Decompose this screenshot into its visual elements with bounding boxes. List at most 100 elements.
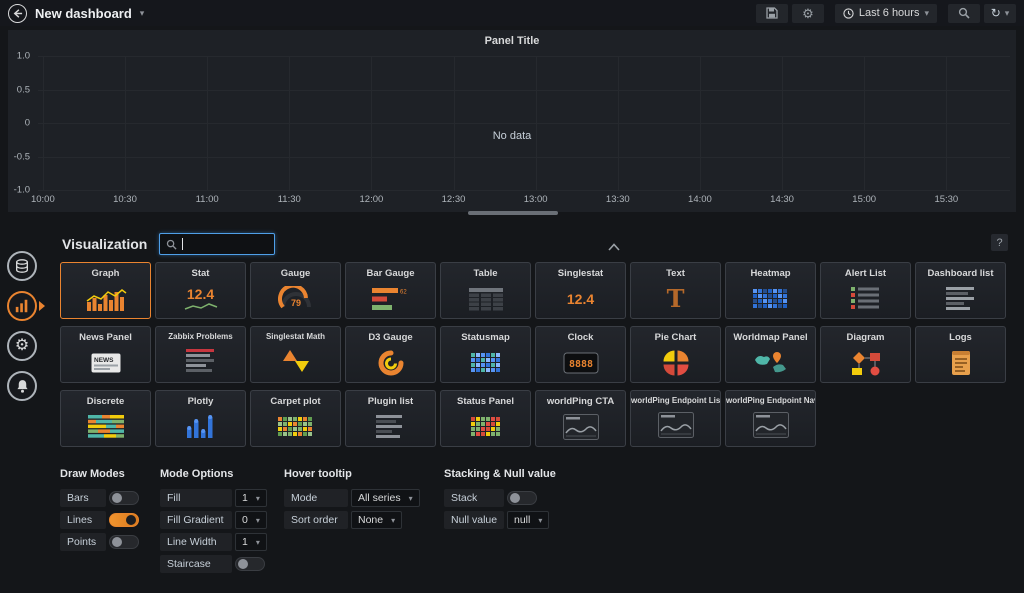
line-width-select[interactable]: 1 ▾ [235,533,267,551]
viz-card-table[interactable]: Table [440,262,531,319]
chevron-down-icon: ▾ [255,515,260,525]
topbar: New dashboard ▾ ⚙ Last 6 hours ▾ ↻ ▾ [0,0,1024,26]
viz-card-logs[interactable]: Logs [915,326,1006,383]
option-label: Mode [284,489,348,507]
viz-card-singlestat[interactable]: Singlestat 12.4 [535,262,626,319]
clock-icon: 8888 [536,345,625,381]
viz-search-input[interactable] [159,233,276,255]
sort-order-select[interactable]: None ▾ [351,511,403,529]
viz-card-d3-gauge[interactable]: D3 Gauge [345,326,436,383]
panel-title[interactable]: Panel Title [8,30,1016,49]
tab-queries[interactable] [7,251,37,281]
viz-card-zabbix-problems[interactable]: Zabbix Problems [155,326,246,383]
viz-card-status-panel[interactable]: Status Panel [440,390,531,447]
x-tick-label: 14:30 [770,194,794,205]
viz-card-alert-list[interactable]: Alert List [820,262,911,319]
select-value: All series [358,492,401,504]
viz-card-plugin-list[interactable]: Plugin list [345,390,436,447]
options-group-title: Draw Modes [60,468,125,480]
database-icon [16,259,28,273]
options-group-title: Stacking & Null value [444,468,556,480]
tab-general[interactable]: ⚙ [7,331,37,361]
viz-card-singlestat-math[interactable]: Singlestat Math [250,326,341,383]
viz-card-dashboard-list[interactable]: Dashboard list [915,262,1006,319]
bars-toggle[interactable] [109,491,139,505]
viz-card-text[interactable]: Text T [630,262,721,319]
worldping-icon [536,409,625,445]
x-tick-label: 13:30 [605,194,630,205]
viz-card-diagram[interactable]: Diagram [820,326,911,383]
select-value: null [514,514,531,526]
viz-card-news-panel[interactable]: News Panel NEWS [60,326,151,383]
dashboard-settings-button[interactable]: ⚙ [791,3,824,23]
fill-select[interactable]: 1 ▾ [235,489,267,507]
tab-alert[interactable] [7,371,37,401]
singlestat-icon: 12.4 [566,291,595,307]
chevron-down-icon: ▾ [255,537,260,547]
back-button[interactable] [8,3,27,23]
refresh-button[interactable]: ↻ ▾ [984,3,1016,23]
svg-text:62: 62 [400,290,407,296]
viz-card-label: Alert List [844,268,887,279]
x-tick-label: 11:00 [195,194,219,205]
option-row: Fill 1 ▾ [160,489,267,507]
points-toggle[interactable] [109,535,139,549]
option-row: Bars [60,489,139,507]
svg-text:NEWS: NEWS [94,357,114,364]
dashboard-title[interactable]: New dashboard [35,6,132,21]
staircase-toggle[interactable] [235,557,265,571]
x-tick-label: 14:00 [688,194,712,205]
viz-card-pie-chart[interactable]: Pie Chart [630,326,721,383]
help-button[interactable]: ? [991,234,1008,251]
d3-gauge-icon [346,345,435,381]
viz-card-discrete[interactable]: Discrete [60,390,151,447]
viz-card-gauge[interactable]: Gauge 79 [250,262,341,319]
table-icon [441,281,530,317]
gear-icon: ⚙ [802,5,814,21]
y-tick-label: -1.0 [13,184,30,196]
option-row: Lines [60,511,139,529]
zoom-out-button[interactable] [948,3,980,23]
viz-card-worldmap-panel[interactable]: Worldmap Panel [725,326,816,383]
viz-card-stat[interactable]: Stat 12.4 [155,262,246,319]
viz-card-clock[interactable]: Clock 8888 [535,326,626,383]
mode-select[interactable]: All series ▾ [351,489,420,507]
option-label: Lines [60,511,106,529]
null-value-select[interactable]: null ▾ [507,511,550,529]
viz-card-statusmap[interactable]: Statusmap [440,326,531,383]
option-label: Sort order [284,511,348,529]
viz-card-worldping-endpoint-nav[interactable]: worldPing Endpoint Nav [725,390,816,447]
viz-card-worldping-endpoint-list[interactable]: worldPing Endpoint List [630,390,721,447]
viz-card-label: Dashboard list [927,268,994,279]
toggle-knob [112,493,122,503]
option-label: Fill Gradient [160,511,232,529]
stack-toggle[interactable] [507,491,537,505]
viz-card-carpet-plot[interactable]: Carpet plot [250,390,341,447]
fill-gradient-select[interactable]: 0 ▾ [235,511,267,529]
y-tick-label: 1.0 [16,50,30,62]
scrollbar-handle[interactable] [468,211,558,215]
viz-card-worldping-cta[interactable]: worldPing CTA [535,390,626,447]
viz-card-graph[interactable]: Graph [60,262,151,319]
tab-visualization[interactable] [7,291,37,321]
time-range-picker[interactable]: Last 6 hours ▾ [834,3,937,23]
lines-toggle[interactable] [109,513,139,527]
bar-gauge-icon: 62 [346,281,435,317]
x-tick-label: 12:30 [441,194,466,205]
viz-card-plotly[interactable]: Plotly [155,390,246,447]
options-section: Draw Modes Bars Lines Points Mode Options Fil… [52,468,1010,588]
viz-card-heatmap[interactable]: Heatmap [725,262,816,319]
title-caret-icon[interactable]: ▾ [140,8,145,19]
toggle-knob [238,559,248,569]
viz-card-label: Carpet plot [270,396,321,407]
options-group-draw-modes: Draw Modes Bars Lines Points [60,468,139,555]
text-cursor [182,238,184,250]
collapse-section-button[interactable] [608,238,620,256]
toggle-knob [510,493,520,503]
visualization-section: Visualization ? Graph Stat 12.4 Gauge 79 Bar … [52,228,1010,588]
save-dashboard-button[interactable] [755,3,788,23]
x-tick-label: 13:00 [523,194,548,205]
clock-icon [843,7,854,19]
plotly-icon [156,409,245,445]
viz-card-bar-gauge[interactable]: Bar Gauge 62 [345,262,436,319]
